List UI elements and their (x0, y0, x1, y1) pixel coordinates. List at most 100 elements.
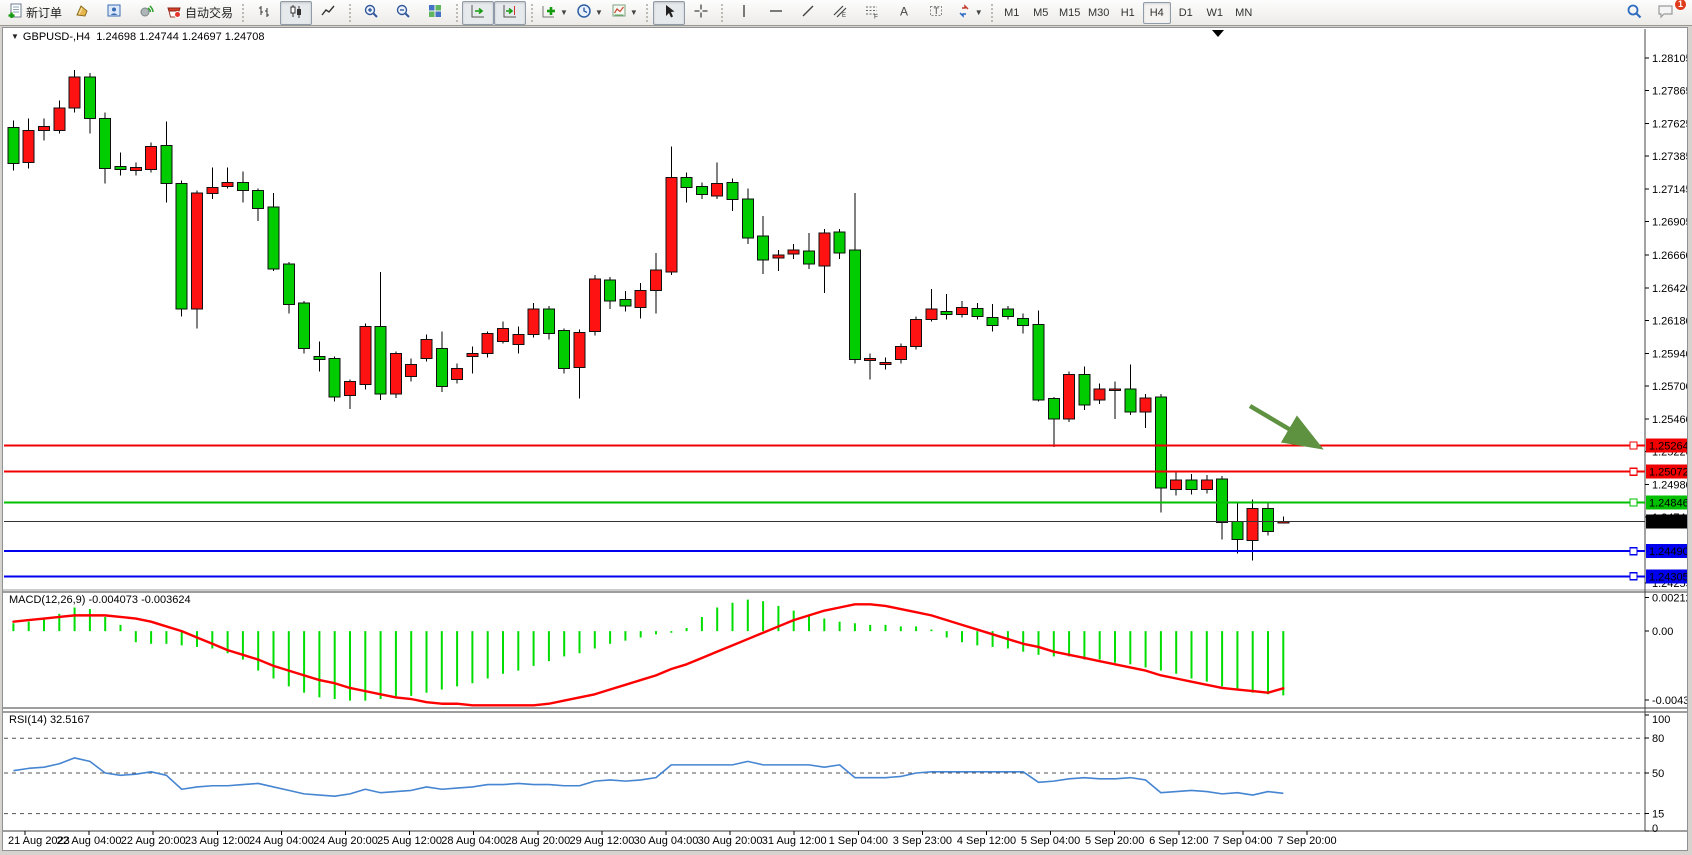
equidistant-channel-tool-button[interactable]: E (824, 1, 856, 25)
news-signal-button[interactable] (130, 1, 162, 25)
toolbar-separator (239, 3, 246, 23)
chevron-down-icon: ▼ (975, 9, 983, 17)
templates-button[interactable]: ▼ (607, 1, 642, 25)
svg-text:1.25072: 1.25072 (1649, 467, 1687, 479)
chevron-down-icon: ▼ (595, 9, 603, 17)
candlestick-icon (288, 3, 304, 22)
svg-text:1.28105: 1.28105 (1652, 53, 1687, 65)
clock-icon (576, 3, 592, 22)
main-toolbar: 新订单 自动交易 (0, 0, 1692, 26)
svg-text:1.27625: 1.27625 (1652, 118, 1687, 130)
zoom-in-button[interactable] (355, 1, 387, 25)
line-chart-type-button[interactable] (312, 1, 344, 25)
chart-shift-button[interactable] (494, 1, 526, 25)
price-line-handle (1630, 468, 1637, 475)
svg-text:0.00: 0.00 (1652, 626, 1673, 638)
notifications-button[interactable]: 1 (1650, 1, 1682, 25)
price-chart-canvas[interactable]: 1.281051.278651.276251.273851.271451.269… (3, 28, 1687, 850)
new-order-button[interactable]: 新订单 (3, 1, 66, 25)
arrows-tool-button[interactable]: ▼ (952, 1, 987, 25)
horizontal-line-tool-button[interactable] (760, 1, 792, 25)
indicators-icon (541, 3, 557, 22)
chart-window[interactable]: 1.281051.278651.276251.273851.271451.269… (2, 27, 1688, 851)
svg-text:7 Sep 04:00: 7 Sep 04:00 (1213, 835, 1272, 847)
line-chart-icon (320, 3, 336, 22)
svg-text:7 Sep 20:00: 7 Sep 20:00 (1277, 835, 1336, 847)
auto-trading-icon (166, 3, 182, 22)
svg-text:1.24708: 1.24708 (1649, 516, 1687, 528)
search-button[interactable] (1618, 1, 1650, 25)
svg-text:T: T (933, 6, 939, 16)
timeframe-h4-button[interactable]: H4 (1143, 2, 1171, 24)
timeframe-h1-button[interactable]: H1 (1114, 2, 1142, 24)
timeframe-w1-button[interactable]: W1 (1201, 2, 1229, 24)
svg-text:80: 80 (1652, 733, 1664, 745)
text-icon: A (896, 3, 912, 22)
vertical-line-icon (736, 3, 752, 22)
toolbar-separator (346, 3, 353, 23)
bar-chart-icon (256, 3, 272, 22)
cursor-button[interactable] (653, 1, 685, 25)
auto-scroll-icon (470, 3, 486, 22)
trendline-tool-button[interactable] (792, 1, 824, 25)
svg-text:1.25700: 1.25700 (1652, 381, 1687, 393)
svg-text:22 Aug 04:00: 22 Aug 04:00 (57, 835, 122, 847)
svg-text:F: F (874, 14, 878, 20)
svg-text:29 Aug 12:00: 29 Aug 12:00 (569, 835, 634, 847)
indicators-button[interactable]: ▼ (537, 1, 572, 25)
trend-arrow-annotation (1250, 406, 1316, 445)
timeframe-m1-button[interactable]: M1 (998, 2, 1026, 24)
timeframe-m5-button[interactable]: M5 (1027, 2, 1055, 24)
chart-shift-marker (1212, 30, 1224, 37)
price-line-handle (1630, 573, 1637, 580)
price-line-handle (1630, 442, 1637, 449)
market-watch-button[interactable] (66, 1, 98, 25)
svg-text:0: 0 (1652, 823, 1658, 835)
svg-text:28 Aug 20:00: 28 Aug 20:00 (505, 835, 570, 847)
svg-text:1.24490: 1.24490 (1649, 546, 1687, 558)
notification-badge: 1 (1674, 0, 1687, 11)
svg-text:1.27865: 1.27865 (1652, 86, 1687, 98)
svg-text:1.26905: 1.26905 (1652, 217, 1687, 229)
svg-text:30 Aug 04:00: 30 Aug 04:00 (634, 835, 699, 847)
text-tool-button[interactable]: A (888, 1, 920, 25)
svg-text:1.27385: 1.27385 (1652, 151, 1687, 163)
svg-text:50: 50 (1652, 768, 1664, 780)
svg-text:1.25264: 1.25264 (1649, 441, 1687, 453)
tile-windows-button[interactable] (419, 1, 451, 25)
svg-text:24 Aug 04:00: 24 Aug 04:00 (249, 835, 314, 847)
chart-shift-icon (502, 3, 518, 22)
auto-trading-label: 自动交易 (185, 4, 233, 21)
new-order-label: 新订单 (26, 4, 62, 21)
svg-text:A: A (900, 5, 908, 19)
zoom-out-icon (395, 3, 411, 22)
templates-icon (611, 3, 627, 22)
toolbar-separator (989, 3, 996, 23)
timeframe-d1-button[interactable]: D1 (1172, 2, 1200, 24)
bar-chart-type-button[interactable] (248, 1, 280, 25)
data-window-button[interactable] (98, 1, 130, 25)
auto-trading-button[interactable]: 自动交易 (162, 1, 237, 25)
text-label-tool-button[interactable]: T (920, 1, 952, 25)
timeframe-mn-button[interactable]: MN (1230, 2, 1258, 24)
new-order-icon (7, 3, 23, 22)
vertical-line-tool-button[interactable] (728, 1, 760, 25)
toolbar-separator (644, 3, 651, 23)
candlestick-chart-type-button[interactable] (280, 1, 312, 25)
periods-button[interactable]: ▼ (572, 1, 607, 25)
svg-text:15: 15 (1652, 809, 1664, 821)
price-line-handle (1630, 548, 1637, 555)
svg-text:22 Aug 20:00: 22 Aug 20:00 (121, 835, 186, 847)
svg-text:0.002123: 0.002123 (1652, 593, 1687, 605)
zoom-out-button[interactable] (387, 1, 419, 25)
timeframe-m15-button[interactable]: M15 (1056, 2, 1084, 24)
toolbar-separator (719, 3, 726, 23)
trendline-icon (800, 3, 816, 22)
svg-text:1.25940: 1.25940 (1652, 348, 1687, 360)
fibonacci-tool-button[interactable]: F (856, 1, 888, 25)
svg-text:25 Aug 12:00: 25 Aug 12:00 (377, 835, 442, 847)
svg-text:1 Sep 04:00: 1 Sep 04:00 (829, 835, 888, 847)
crosshair-button[interactable] (685, 1, 717, 25)
timeframe-m30-button[interactable]: M30 (1085, 2, 1113, 24)
auto-scroll-button[interactable] (462, 1, 494, 25)
